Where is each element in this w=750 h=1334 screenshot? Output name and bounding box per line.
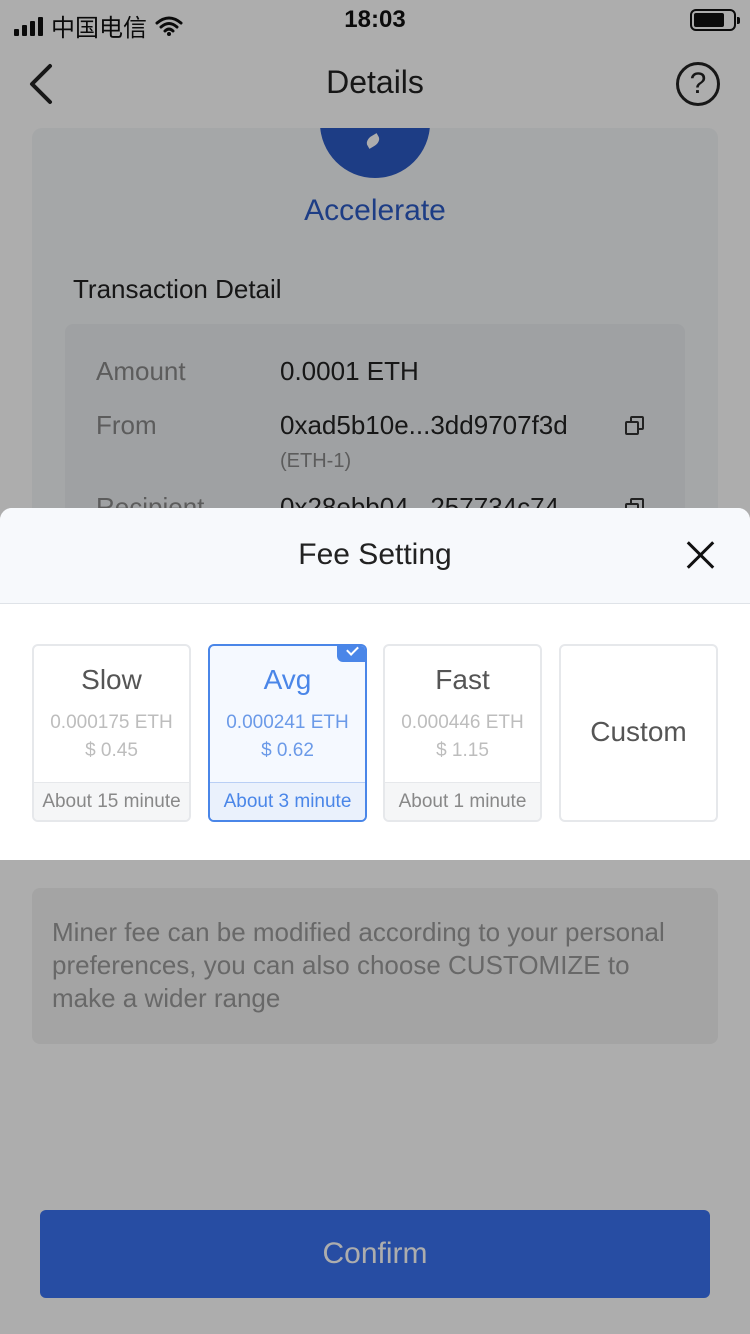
fee-setting-sheet: Fee Setting Slow 0.000175 ETH $ 0.45 Abo…: [0, 508, 750, 860]
fee-option-usd: $ 0.45: [85, 740, 138, 761]
sheet-title: Fee Setting: [298, 538, 452, 571]
sheet-header: Fee Setting: [0, 508, 750, 604]
fee-option-usd: $ 0.62: [261, 740, 314, 761]
check-icon: [337, 646, 365, 662]
fee-option-time: About 15 minute: [34, 782, 189, 820]
fee-option-time: About 1 minute: [385, 782, 540, 820]
fee-option-eth: 0.000241 ETH: [226, 712, 349, 733]
fee-option-usd: $ 1.15: [436, 740, 489, 761]
fee-option-eth: 0.000446 ETH: [401, 712, 524, 733]
fee-option-name: Slow: [81, 664, 142, 695]
fee-option-time: About 3 minute: [210, 782, 365, 820]
fee-option-name: Avg: [263, 664, 312, 695]
fee-option-avg[interactable]: Avg 0.000241 ETH $ 0.62 About 3 minute: [208, 644, 367, 822]
fee-option-custom[interactable]: Custom: [559, 644, 718, 822]
fee-option-name: Fast: [435, 664, 490, 695]
fee-option-fast[interactable]: Fast 0.000446 ETH $ 1.15 About 1 minute: [383, 644, 542, 822]
fee-option-eth: 0.000175 ETH: [50, 712, 173, 733]
fee-option-slow[interactable]: Slow 0.000175 ETH $ 0.45 About 15 minute: [32, 644, 191, 822]
custom-label: Custom: [590, 716, 687, 747]
close-icon[interactable]: [686, 540, 716, 570]
